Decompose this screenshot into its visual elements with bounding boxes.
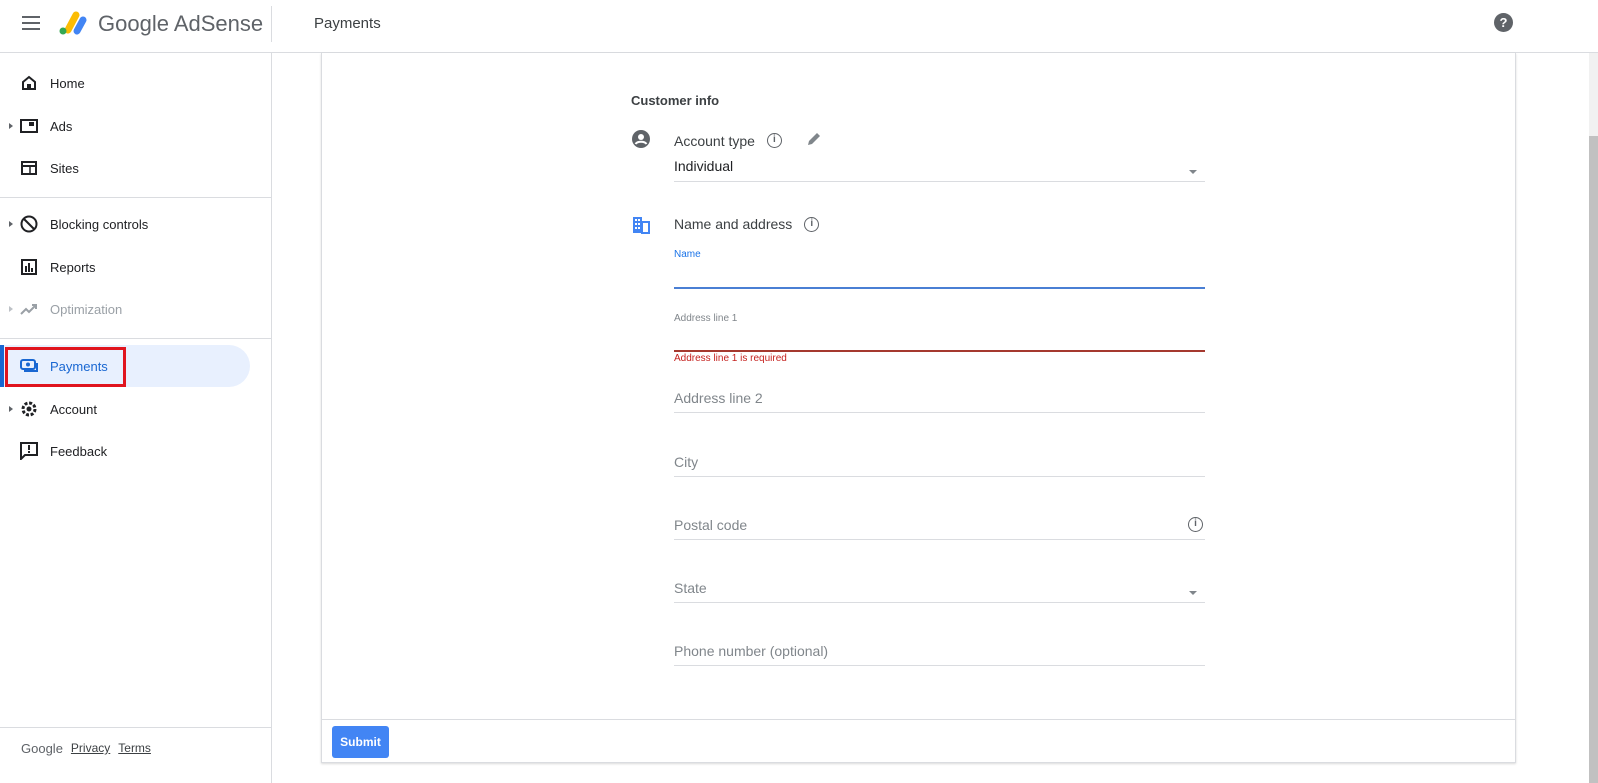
- highlight-box: [5, 347, 126, 387]
- scrollbar[interactable]: [1589, 53, 1598, 783]
- brand-name[interactable]: Google AdSense: [98, 11, 263, 37]
- phone-number-input[interactable]: Phone number (optional): [674, 643, 1205, 666]
- info-icon[interactable]: i: [804, 216, 820, 232]
- sidebar-item-label: Feedback: [50, 443, 108, 459]
- expand-arrow-icon[interactable]: [9, 406, 13, 412]
- dropdown-arrow-icon: [1189, 169, 1197, 174]
- adsense-logo-icon: [59, 11, 87, 35]
- divider: [322, 719, 1515, 720]
- account-type-heading: Account type i: [674, 131, 822, 150]
- state-select[interactable]: State: [674, 580, 1205, 603]
- expand-arrow-icon[interactable]: [9, 221, 13, 227]
- business-building-icon: [633, 217, 650, 234]
- hamburger-menu-icon[interactable]: [22, 16, 40, 30]
- divider: [0, 727, 271, 728]
- city-placeholder: City: [674, 454, 699, 470]
- submit-button[interactable]: Submit: [332, 726, 389, 758]
- address-line-1-label: Address line 1: [674, 313, 738, 324]
- expand-arrow-icon[interactable]: [9, 123, 13, 129]
- reports-icon: [20, 258, 38, 276]
- postal-code-input[interactable]: Postal code i: [674, 517, 1205, 540]
- account-type-label: Account type: [674, 132, 755, 149]
- google-wordmark: Google: [21, 741, 63, 756]
- sidebar-item-account[interactable]: Account: [0, 388, 250, 430]
- sidebar: Home Ads Sites Blocking controls Reports…: [0, 53, 272, 783]
- sidebar-item-blocking-controls[interactable]: Blocking controls: [0, 203, 250, 245]
- account-type-select[interactable]: Individual: [674, 158, 1205, 182]
- sidebar-item-label: Sites: [50, 160, 79, 176]
- ads-icon: [20, 117, 38, 135]
- city-input[interactable]: City: [674, 454, 1205, 477]
- sidebar-footer: Google Privacy Terms: [21, 741, 151, 756]
- account-type-value: Individual: [674, 158, 734, 174]
- sidebar-item-feedback[interactable]: Feedback: [0, 430, 250, 472]
- edit-pencil-icon[interactable]: [806, 131, 822, 150]
- divider: [0, 197, 271, 198]
- sidebar-item-label: Ads: [50, 118, 73, 134]
- privacy-link[interactable]: Privacy: [71, 741, 110, 756]
- sidebar-item-label: Reports: [50, 259, 96, 275]
- address-line-1-input[interactable]: Address line 1: [674, 313, 1205, 352]
- sidebar-item-reports[interactable]: Reports: [0, 246, 250, 288]
- sites-icon: [20, 159, 38, 177]
- info-icon[interactable]: i: [766, 133, 782, 148]
- sidebar-item-label: Account: [50, 401, 97, 417]
- help-circle-icon[interactable]: ?: [1494, 13, 1513, 32]
- sidebar-item-ads[interactable]: Ads: [0, 105, 250, 147]
- expand-arrow-icon[interactable]: [9, 306, 13, 312]
- top-bar: Google AdSense Payments ?: [0, 0, 1598, 53]
- gear-icon: [20, 400, 38, 418]
- active-indicator: [0, 345, 4, 387]
- address-line-1-error: Address line 1 is required: [674, 353, 787, 364]
- name-input[interactable]: Name: [674, 249, 1205, 289]
- account-circle-icon: [632, 130, 650, 148]
- name-address-heading: Name and address i: [674, 216, 820, 232]
- divider: [0, 338, 271, 339]
- trending-up-icon: [20, 300, 38, 318]
- sidebar-item-optimization[interactable]: Optimization: [0, 288, 250, 330]
- info-icon[interactable]: i: [1188, 517, 1203, 532]
- address-line-2-placeholder: Address line 2: [674, 390, 763, 406]
- block-icon: [20, 215, 38, 233]
- section-title: Customer info: [631, 93, 720, 108]
- sidebar-item-home[interactable]: Home: [0, 62, 250, 104]
- postal-code-placeholder: Postal code: [674, 517, 748, 533]
- address-line-2-input[interactable]: Address line 2: [674, 390, 1205, 413]
- sidebar-item-sites[interactable]: Sites: [0, 147, 250, 189]
- divider: [271, 6, 272, 42]
- sidebar-item-label: Blocking controls: [50, 216, 149, 232]
- home-icon: [20, 74, 38, 92]
- page-title: Payments: [314, 15, 381, 32]
- name-label: Name: [674, 249, 701, 260]
- sidebar-item-label: Optimization: [50, 301, 123, 317]
- sidebar-item-label: Home: [50, 75, 85, 91]
- dropdown-arrow-icon: [1189, 591, 1197, 595]
- state-placeholder: State: [674, 580, 707, 596]
- scrollbar-thumb[interactable]: [1589, 136, 1598, 783]
- terms-link[interactable]: Terms: [118, 741, 151, 756]
- name-address-label: Name and address: [674, 216, 793, 232]
- feedback-icon: [20, 442, 38, 460]
- phone-number-placeholder: Phone number (optional): [674, 643, 829, 659]
